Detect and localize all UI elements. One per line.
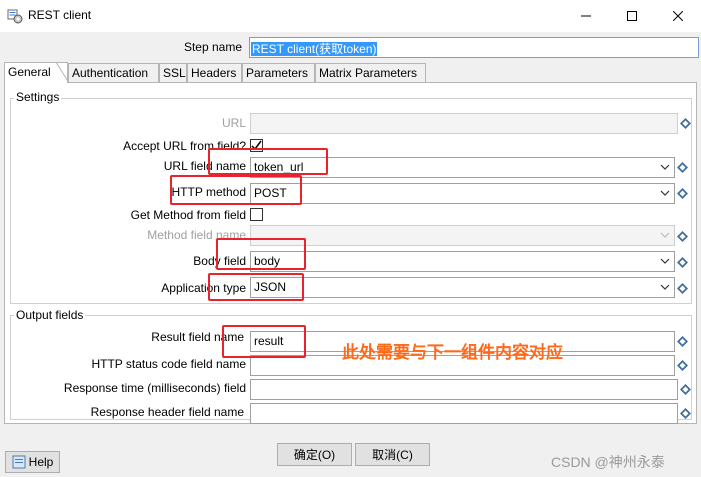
- close-button[interactable]: [655, 0, 701, 32]
- variable-icon: [677, 162, 688, 173]
- step-name-input[interactable]: REST client(获取token): [249, 37, 699, 58]
- chevron-down-icon: [660, 258, 670, 264]
- status-code-field-label: HTTP status code field name: [91, 357, 246, 371]
- response-header-field-input[interactable]: [250, 403, 678, 424]
- method-field-name-combo[interactable]: [250, 225, 675, 246]
- maximize-icon: [627, 11, 637, 21]
- highlight-application-type: [208, 273, 304, 301]
- tab-slant-decoration: [56, 62, 70, 83]
- chevron-down-icon: [660, 232, 670, 238]
- tab-matrix-parameters[interactable]: Matrix Parameters: [315, 63, 426, 82]
- highlight-url-field-name: [208, 148, 328, 175]
- body-field-combo[interactable]: body: [250, 251, 675, 272]
- variable-icon: [680, 384, 691, 395]
- watermark-text: CSDN @神州永泰: [551, 454, 665, 470]
- highlight-result-field: [222, 325, 306, 358]
- help-icon: [12, 455, 26, 469]
- response-time-field-input[interactable]: [250, 379, 678, 400]
- variable-icon: [677, 188, 688, 199]
- tab-headers[interactable]: Headers: [187, 63, 242, 82]
- variable-icon: [677, 283, 688, 294]
- cancel-button[interactable]: 取消(C): [355, 443, 430, 466]
- chevron-down-icon: [660, 190, 670, 196]
- variable-icon: [677, 257, 688, 268]
- chevron-down-icon: [660, 164, 670, 170]
- step-name-value: REST client(获取token): [251, 42, 378, 56]
- application-type-combo[interactable]: JSON: [250, 277, 675, 298]
- rest-client-app-icon: [7, 9, 23, 24]
- url-input[interactable]: [250, 113, 678, 134]
- help-button[interactable]: Help: [5, 451, 60, 473]
- variable-icon: [677, 336, 688, 347]
- chevron-down-icon: [660, 284, 670, 290]
- tab-authentication[interactable]: Authentication: [68, 63, 159, 82]
- tab-parameters[interactable]: Parameters: [242, 63, 315, 82]
- highlight-body-field: [216, 238, 306, 270]
- variable-icon: [677, 231, 688, 242]
- step-name-label: Step name: [183, 40, 242, 54]
- close-icon: [673, 11, 683, 21]
- tab-ssl[interactable]: SSL: [159, 63, 187, 82]
- get-method-label: Get Method from field: [130, 208, 246, 222]
- response-header-field-label: Response header field name: [90, 405, 244, 419]
- maximize-button[interactable]: [609, 0, 655, 32]
- variable-icon: [680, 408, 691, 419]
- output-fields-group-title: Output fields: [14, 308, 86, 322]
- http-method-combo[interactable]: POST: [250, 183, 675, 204]
- variable-icon: [677, 360, 688, 371]
- minimize-button[interactable]: [563, 0, 609, 32]
- get-method-checkbox[interactable]: [250, 208, 263, 221]
- response-time-field-label: Response time (milliseconds) field: [63, 381, 246, 395]
- highlight-http-method: [170, 175, 302, 205]
- annotation-text: 此处需要与下一组件内容对应: [342, 343, 563, 363]
- ok-button[interactable]: 确定(O): [277, 443, 352, 466]
- settings-group-title: Settings: [14, 90, 62, 104]
- minimize-icon: [581, 15, 591, 17]
- url-label: URL: [221, 116, 246, 130]
- window-title: REST client: [28, 8, 92, 22]
- help-button-label: Help: [28, 455, 54, 469]
- variable-icon: [680, 118, 691, 129]
